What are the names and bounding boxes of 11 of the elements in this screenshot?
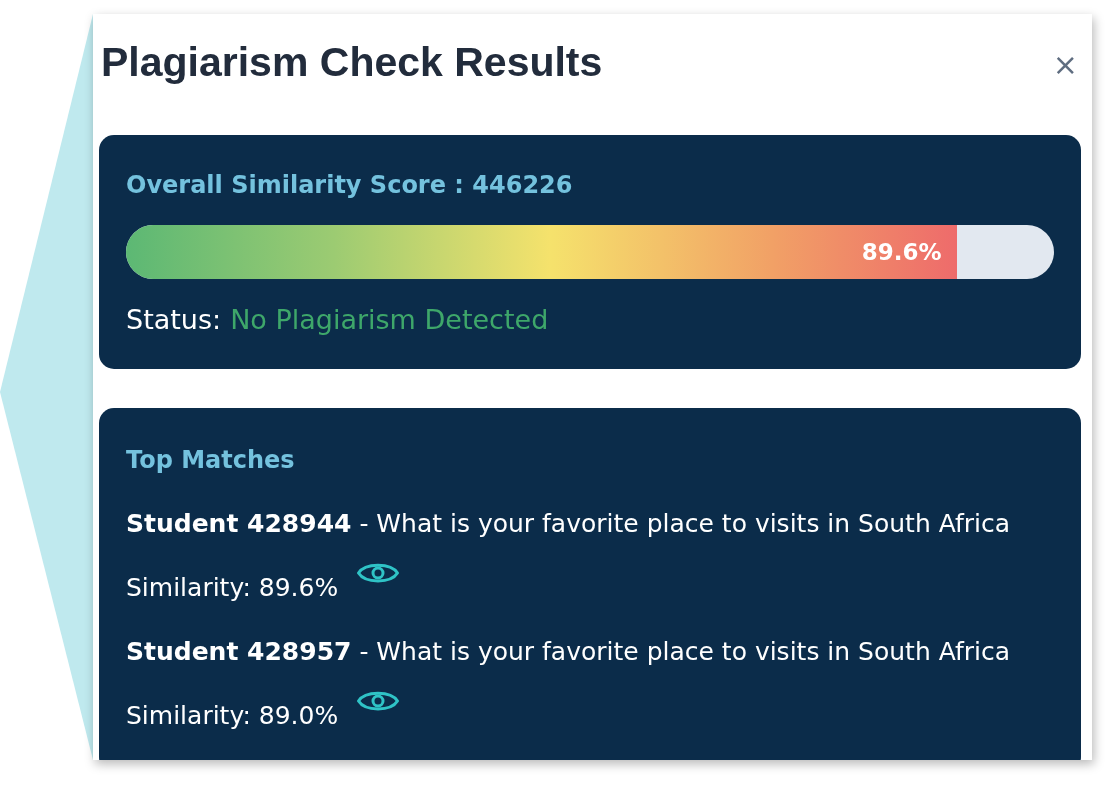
match-title: Student 428944 - What is your favorite place to visits in South Africa	[126, 508, 1011, 540]
close-button[interactable]: ×	[1052, 50, 1078, 80]
similarity-text: Similarity: 89.0%	[126, 700, 339, 732]
status-label: Status:	[126, 303, 222, 337]
score-heading: Overall Similarity Score : 446226	[126, 170, 574, 200]
match-title: Student 428957 - What is your favorite place to visits in South Africa	[126, 636, 1011, 668]
score-percentage: 89.6%	[861, 238, 942, 267]
status-value: No Plagiarism Detected	[230, 303, 549, 337]
dialog-title: Plagiarism Check Results	[101, 38, 603, 87]
similarity-text: Similarity: 89.6%	[126, 572, 339, 604]
matches-heading: Top Matches	[126, 445, 296, 475]
